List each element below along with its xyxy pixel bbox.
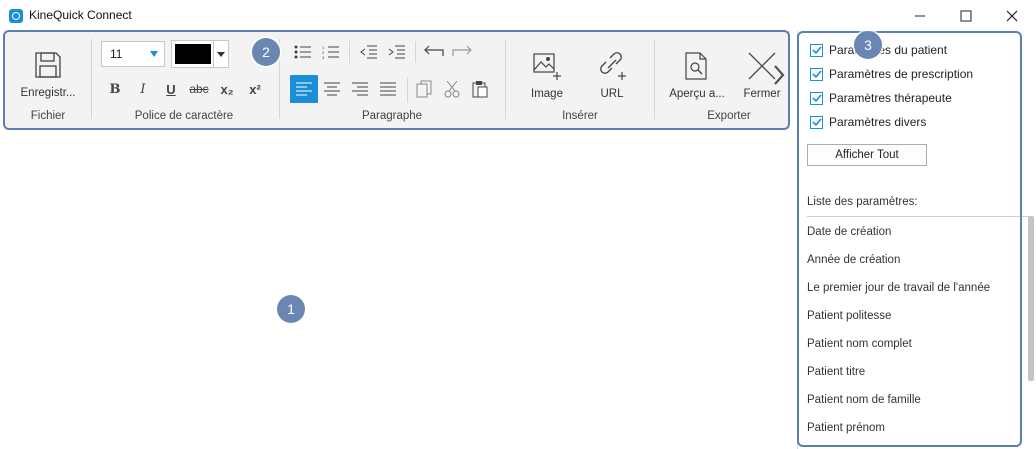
callout-2: 2	[252, 38, 280, 66]
maximize-icon[interactable]	[946, 4, 986, 28]
close-icon[interactable]	[992, 4, 1032, 28]
minimize-icon[interactable]	[900, 4, 940, 28]
scrollbar[interactable]	[1028, 216, 1034, 381]
app-logo-icon	[9, 9, 23, 23]
window-title: KineQuick Connect	[29, 8, 132, 22]
callout-1: 1	[277, 295, 305, 323]
title-bar: KineQuick Connect	[0, 0, 1036, 32]
editor-area[interactable]	[0, 132, 796, 449]
highlight-frame-ribbon	[3, 30, 790, 130]
highlight-frame-panel	[797, 31, 1022, 447]
callout-3: 3	[854, 31, 882, 59]
